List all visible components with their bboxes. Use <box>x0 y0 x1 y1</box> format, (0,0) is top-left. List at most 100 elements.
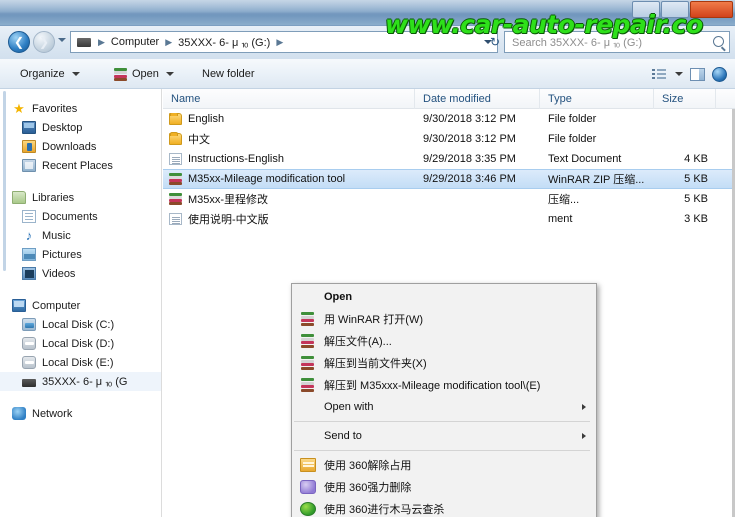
table-row[interactable]: English 9/30/2018 3:12 PM File folder <box>163 109 735 129</box>
table-row[interactable]: M35xx-里程修改 压缩... 5 KB <box>163 189 735 209</box>
sidebar-item-music[interactable]: ♪ Music <box>0 226 161 245</box>
column-headers: Name Date modified Type Size <box>163 88 735 109</box>
context-menu-item-extract-here[interactable]: 解压到当前文件夹(X) <box>292 352 596 374</box>
context-menu-item-360-cloud-scan[interactable]: 使用 360进行木马云查杀 <box>292 498 596 517</box>
column-header-size[interactable]: Size <box>654 88 716 109</box>
360-delete-icon <box>300 480 316 494</box>
table-row[interactable]: 中文 9/30/2018 3:12 PM File folder <box>163 129 735 149</box>
sidebar-item-local-disk-e[interactable]: Local Disk (E:) <box>0 353 161 372</box>
winrar-icon <box>300 334 316 348</box>
sidebar-item-libraries[interactable]: Libraries <box>0 188 161 207</box>
sidebar-item-favorites[interactable]: ★ Favorites <box>0 99 161 118</box>
file-name-cell: 使用说明-中文版 <box>163 211 415 227</box>
table-row[interactable]: M35xx-Mileage modification tool 9/29/201… <box>163 169 735 189</box>
sidebar-label: Music <box>42 229 71 242</box>
sidebar-item-downloads[interactable]: Downloads <box>0 137 161 156</box>
sidebar-item-computer[interactable]: Computer <box>0 296 161 315</box>
breadcrumb-computer[interactable]: Computer <box>109 36 161 48</box>
sidebar-label: Documents <box>42 210 98 223</box>
sidebar-item-documents[interactable]: Documents <box>0 207 161 226</box>
close-button[interactable] <box>690 1 733 18</box>
context-menu-item-360-unlock[interactable]: 使用 360解除占用 <box>292 454 596 476</box>
winrar-icon <box>300 312 316 326</box>
file-name-cell: M35xx-Mileage modification tool <box>163 173 415 185</box>
maximize-button[interactable] <box>661 1 689 18</box>
file-date-cell: 9/29/2018 3:35 PM <box>423 153 516 165</box>
column-header-date-modified[interactable]: Date modified <box>415 88 540 109</box>
file-explorer-window: www.car-auto-repair.co ❮ ❯ ▶ Computer ▶ … <box>0 0 735 517</box>
new-folder-label: New folder <box>202 68 255 80</box>
recent-places-icon <box>22 159 36 172</box>
help-icon[interactable] <box>712 66 727 82</box>
context-menu-item-360-force-delete[interactable]: 使用 360强力删除 <box>292 476 596 498</box>
column-header-type[interactable]: Type <box>540 88 654 109</box>
file-size-cell: 3 KB <box>684 213 708 225</box>
preview-pane-icon[interactable] <box>690 67 705 81</box>
folder-icon <box>169 113 182 125</box>
nav-scrollbar[interactable] <box>3 91 6 271</box>
forward-button[interactable]: ❯ <box>33 31 55 53</box>
address-bar[interactable]: ▶ Computer ▶ 35XXX- 6- μ ⏨ (G:) ▶ <box>70 31 498 53</box>
context-menu-item-send-to[interactable]: Send to <box>292 425 596 447</box>
recent-pages-chevron-icon[interactable] <box>58 38 66 42</box>
drive-icon <box>77 37 91 47</box>
chevron-down-icon[interactable] <box>675 72 683 76</box>
open-button[interactable]: Open <box>108 59 180 89</box>
sidebar-label: 35XXX- 6- μ ⏨ (G <box>42 376 128 388</box>
desktop-icon <box>22 121 36 134</box>
context-menu: Open 用 WinRAR 打开(W) 解压文件(A)... 解压到当前文件夹(… <box>291 283 597 517</box>
context-menu-item-extract-to-folder[interactable]: 解压到 M35xxx-Mileage modification tool\(E) <box>292 374 596 396</box>
winrar-icon <box>300 356 316 370</box>
column-header-name[interactable]: Name <box>163 88 415 109</box>
system-drive-icon <box>22 318 36 331</box>
sidebar-item-desktop[interactable]: Desktop <box>0 118 161 137</box>
videos-icon <box>22 267 36 280</box>
file-name: M35xx-Mileage modification tool <box>188 173 346 185</box>
sidebar-item-network[interactable]: Network <box>0 404 161 423</box>
file-name: English <box>188 113 225 125</box>
sidebar-item-pictures[interactable]: Pictures <box>0 245 161 264</box>
forward-arrow-icon: ❯ <box>38 35 50 49</box>
column-header-filler <box>716 89 735 109</box>
back-button[interactable]: ❮ <box>8 31 30 53</box>
table-row[interactable]: Instructions-English 9/29/2018 3:35 PM T… <box>163 149 735 169</box>
table-row[interactable]: 使用说明-中文版 ment 3 KB <box>163 209 735 229</box>
no-icon <box>300 400 316 414</box>
organize-button[interactable]: Organize <box>14 59 86 89</box>
search-icon <box>713 36 724 47</box>
file-type-cell: File folder <box>548 133 597 145</box>
sidebar-item-local-disk-c[interactable]: Local Disk (C:) <box>0 315 161 334</box>
sidebar-label: Videos <box>42 267 76 280</box>
drive-icon <box>22 337 36 350</box>
refresh-icon[interactable]: ↻ <box>490 35 500 49</box>
usb-drive-icon <box>22 379 36 387</box>
organize-label: Organize <box>20 68 65 80</box>
sidebar-item-removable-drive-g[interactable]: 35XXX- 6- μ ⏨ (G <box>0 372 161 391</box>
context-menu-label: 解压到当前文件夹(X) <box>324 358 427 370</box>
file-name-cell: Instructions-English <box>163 153 415 165</box>
sidebar-label: Local Disk (D:) <box>42 337 115 350</box>
submenu-arrow-icon <box>582 404 586 410</box>
context-menu-item-extract-files[interactable]: 解压文件(A)... <box>292 330 596 352</box>
minimize-button[interactable] <box>632 1 660 18</box>
file-name-cell: English <box>163 113 415 125</box>
sidebar-label: Desktop <box>42 121 83 134</box>
search-box[interactable]: Search 35XXX- 6- μ ⏨ (G:) <box>504 31 730 53</box>
context-menu-item-open-with-winrar[interactable]: 用 WinRAR 打开(W) <box>292 308 596 330</box>
breadcrumb-drive[interactable]: 35XXX- 6- μ ⏨ (G:) <box>176 36 272 49</box>
computer-icon <box>12 299 26 312</box>
sidebar-item-videos[interactable]: Videos <box>0 264 161 283</box>
context-menu-separator <box>294 450 590 451</box>
new-folder-button[interactable]: New folder <box>196 59 261 89</box>
file-rows: English 9/30/2018 3:12 PM File folder 中文… <box>163 109 735 229</box>
file-date-cell: 9/30/2018 3:12 PM <box>423 133 516 145</box>
sidebar-item-local-disk-d[interactable]: Local Disk (D:) <box>0 334 161 353</box>
file-name: 使用说明-中文版 <box>188 214 269 226</box>
chevron-down-icon <box>165 72 174 76</box>
context-menu-item-open-with[interactable]: Open with <box>292 396 596 418</box>
view-mode-icon[interactable] <box>652 68 666 80</box>
sidebar-item-recent-places[interactable]: Recent Places <box>0 156 161 175</box>
sidebar-label: Recent Places <box>42 159 113 172</box>
context-menu-item-open[interactable]: Open <box>292 286 596 308</box>
chevron-down-icon <box>71 72 80 76</box>
